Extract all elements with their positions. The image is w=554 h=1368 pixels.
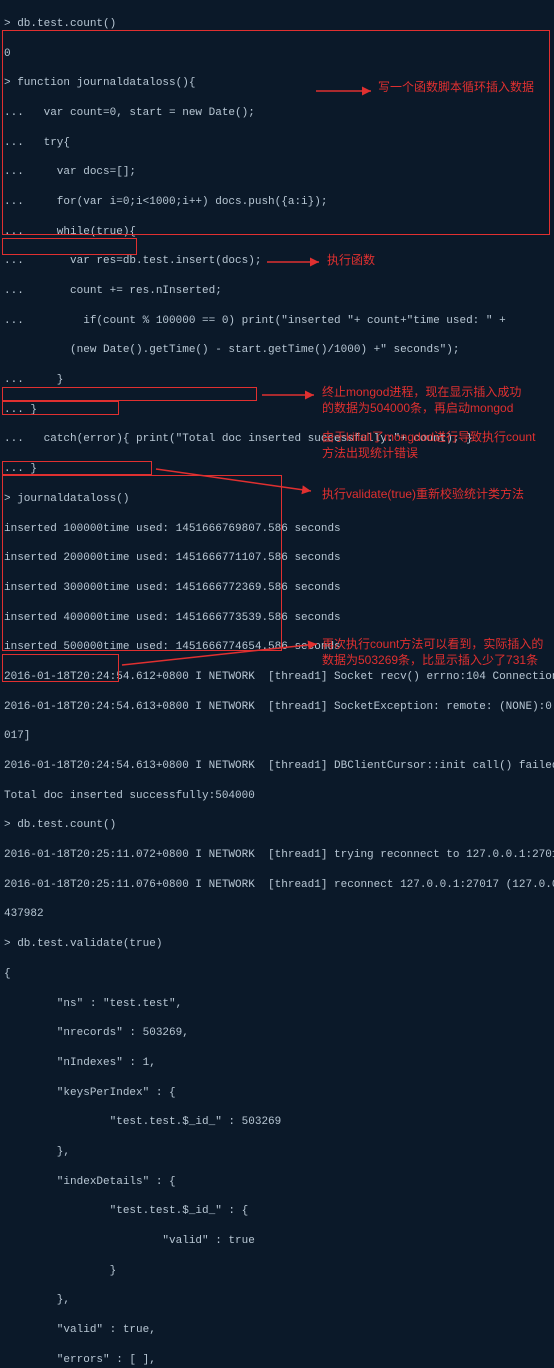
terminal-line: ... if(count % 100000 == 0) print("inser… [4, 314, 550, 329]
terminal-line: inserted 300000time used: 1451666772369.… [4, 581, 550, 596]
terminal-line: 017] [4, 729, 550, 744]
annotation: 再次执行count方法可以看到，实际插入的 数据为503269条，比显示插入少了… [322, 637, 547, 668]
annotation-line: 由于killall了mongdod进行导致执行count [322, 430, 547, 446]
terminal-line: ... var docs=[]; [4, 165, 550, 180]
terminal-line: "nIndexes" : 1, [4, 1056, 550, 1071]
terminal-output: > db.test.count() 0 > function journalda… [0, 0, 554, 1368]
terminal-line: "errors" : [ ], [4, 1353, 550, 1368]
terminal-line: "test.test.$_id_" : { [4, 1204, 550, 1219]
terminal-line: 2016-01-18T20:24:54.612+0800 I NETWORK [… [4, 670, 550, 685]
terminal-line: inserted 200000time used: 1451666771107.… [4, 551, 550, 566]
terminal-line: ... count += res.nInserted; [4, 284, 550, 299]
terminal-line: 0 [4, 47, 550, 62]
terminal-line[interactable]: > db.test.count() [4, 818, 550, 833]
annotation: 执行函数 [327, 253, 375, 269]
terminal-line: ... try{ [4, 136, 550, 151]
terminal-line: "nrecords" : 503269, [4, 1026, 550, 1041]
terminal-line: Total doc inserted successfully:504000 [4, 789, 550, 804]
terminal-line: 2016-01-18T20:25:11.076+0800 I NETWORK [… [4, 878, 550, 893]
terminal-line: ... for(var i=0;i<1000;i++) docs.push({a… [4, 195, 550, 210]
terminal-line: 2016-01-18T20:24:54.613+0800 I NETWORK [… [4, 759, 550, 774]
terminal-line[interactable]: > db.test.count() [4, 17, 550, 32]
terminal-line: ... var count=0, start = new Date(); [4, 106, 550, 121]
terminal-line[interactable]: > db.test.validate(true) [4, 937, 550, 952]
terminal-line: ... } [4, 462, 550, 477]
terminal-line: 437982 [4, 907, 550, 922]
terminal-line: }, [4, 1293, 550, 1308]
annotation-line: 方法出现统计错误 [322, 446, 547, 462]
terminal-line: { [4, 967, 550, 982]
terminal-line: ... while(true){ [4, 225, 550, 240]
terminal-line: inserted 400000time used: 1451666773539.… [4, 611, 550, 626]
terminal-line: 2016-01-18T20:24:54.613+0800 I NETWORK [… [4, 700, 550, 715]
terminal-line: 2016-01-18T20:25:11.072+0800 I NETWORK [… [4, 848, 550, 863]
terminal-line: "test.test.$_id_" : 503269 [4, 1115, 550, 1130]
terminal-line: ... var res=db.test.insert(docs); [4, 254, 550, 269]
annotation: 终止mongod进程，现在显示插入成功 的数据为504000条，再启动mongo… [322, 385, 547, 416]
terminal-line: "valid" : true [4, 1234, 550, 1249]
terminal-line: inserted 100000time used: 1451666769807.… [4, 522, 550, 537]
terminal-line: }, [4, 1145, 550, 1160]
terminal-line: "ns" : "test.test", [4, 997, 550, 1012]
annotation-line: 的数据为504000条，再启动mongod [322, 401, 547, 417]
terminal-line: "indexDetails" : { [4, 1175, 550, 1190]
annotation: 由于killall了mongdod进行导致执行count 方法出现统计错误 [322, 430, 547, 461]
terminal-line: "keysPerIndex" : { [4, 1086, 550, 1101]
annotation: 写一个函数脚本循环插入数据 [378, 80, 534, 96]
annotation-line: 终止mongod进程，现在显示插入成功 [322, 385, 547, 401]
annotation-line: 数据为503269条，比显示插入少了731条 [322, 653, 547, 669]
annotation-line: 再次执行count方法可以看到，实际插入的 [322, 637, 547, 653]
annotation: 执行validate(true)重新校验统计类方法 [322, 487, 524, 503]
terminal-line: } [4, 1264, 550, 1279]
terminal-line: (new Date().getTime() - start.getTime()/… [4, 343, 550, 358]
terminal-line: "valid" : true, [4, 1323, 550, 1338]
